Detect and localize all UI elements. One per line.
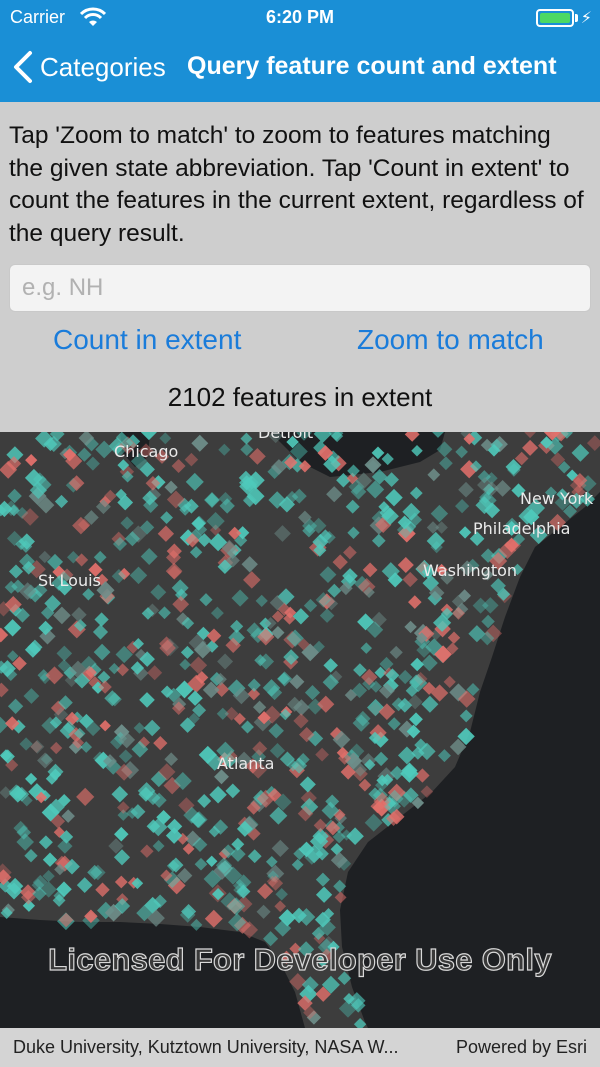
result-label: 2102 features in extent xyxy=(167,382,433,412)
back-label: Categories xyxy=(40,51,166,82)
city-label-philadelphia: Philadelphia xyxy=(473,519,570,538)
status-bar: Carrier 6:20 PM ⚡ xyxy=(0,0,600,34)
charging-icon: ⚡ xyxy=(580,10,592,27)
back-button[interactable]: Categories xyxy=(12,50,166,84)
attribution-bar: Duke University, Kutztown University, NA… xyxy=(0,1028,600,1067)
status-time: 6:20 PM xyxy=(265,7,335,27)
city-label-chicago: Chicago xyxy=(114,442,178,461)
attribution-text[interactable]: Duke University, Kutztown University, NA… xyxy=(13,1037,433,1058)
query-panel: Tap 'Zoom to match' to zoom to features … xyxy=(0,102,600,432)
powered-by-label: Powered by Esri xyxy=(455,1037,587,1057)
city-label-detroit: Detroit xyxy=(258,432,313,442)
app-screen: Carrier 6:20 PM ⚡ Categories Query featu… xyxy=(0,0,600,1067)
top-bar: Carrier 6:20 PM ⚡ Categories Query featu… xyxy=(0,0,600,102)
city-label-new-york: New York xyxy=(520,489,594,508)
chevron-left-icon xyxy=(14,51,32,83)
city-label-washington: Washington xyxy=(423,561,517,580)
city-label-atlanta: Atlanta xyxy=(217,754,274,773)
instructions-text: Tap 'Zoom to match' to zoom to features … xyxy=(9,122,584,247)
map-view[interactable]: Detroit Chicago New York Philadelphia St… xyxy=(0,432,600,1028)
license-watermark: Licensed For Developer Use Only xyxy=(48,941,553,977)
battery-tip xyxy=(575,14,578,22)
navigation-bar: Categories Query feature count and exten… xyxy=(0,34,600,102)
page-title: Query feature count and extent xyxy=(187,52,557,80)
count-in-extent-button[interactable]: Count in extent xyxy=(53,324,241,356)
map-canvas[interactable]: Detroit Chicago New York Philadelphia St… xyxy=(0,432,600,1028)
battery-icon xyxy=(536,9,574,27)
state-abbreviation-input[interactable] xyxy=(9,264,591,312)
zoom-to-match-button[interactable]: Zoom to match xyxy=(357,324,544,356)
city-label-st-louis: St Louis xyxy=(38,571,101,590)
